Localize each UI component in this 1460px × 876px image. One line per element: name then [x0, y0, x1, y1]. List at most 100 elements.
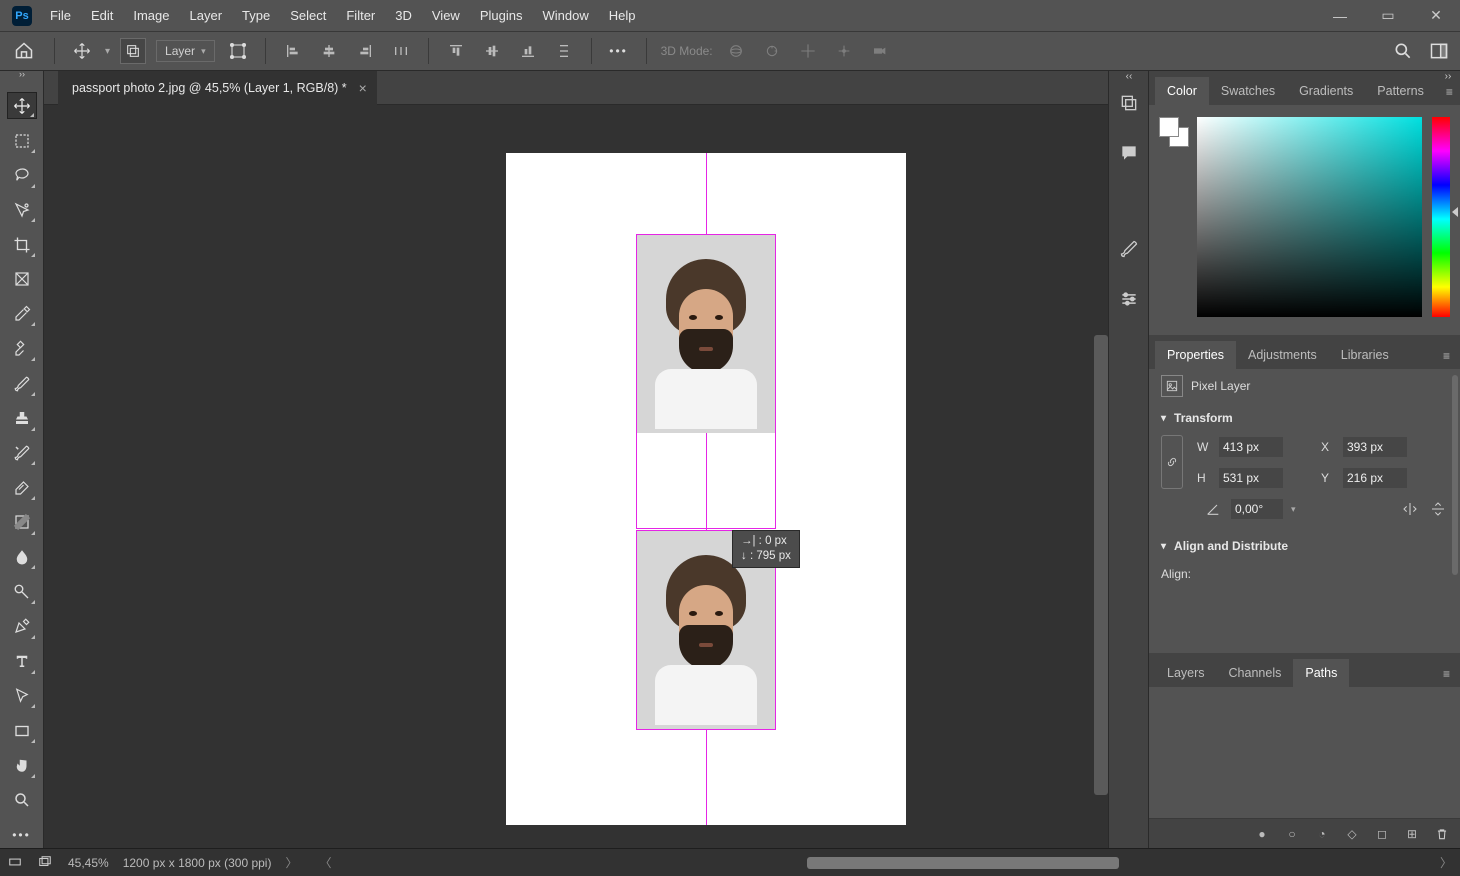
- foreground-background-swatch[interactable]: [1159, 117, 1187, 145]
- make-work-path-icon[interactable]: ◇: [1344, 826, 1360, 842]
- menu-filter[interactable]: Filter: [336, 2, 385, 29]
- adjustments-panel-icon[interactable]: [1117, 287, 1141, 311]
- history-brush-tool[interactable]: [7, 440, 37, 467]
- transform-controls-toggle[interactable]: [225, 38, 251, 64]
- transform-section-header[interactable]: ▾Transform: [1149, 403, 1460, 433]
- blur-tool[interactable]: [7, 544, 37, 571]
- tab-color[interactable]: Color: [1155, 77, 1209, 105]
- menu-edit[interactable]: Edit: [81, 2, 123, 29]
- home-button[interactable]: [8, 35, 40, 67]
- align-section-header[interactable]: ▾Align and Distribute: [1149, 531, 1460, 561]
- tab-gradients[interactable]: Gradients: [1287, 77, 1365, 105]
- document-tab[interactable]: passport photo 2.jpg @ 45,5% (Layer 1, R…: [58, 71, 377, 105]
- menu-window[interactable]: Window: [532, 2, 598, 29]
- hue-slider[interactable]: [1432, 117, 1450, 317]
- eyedropper-tool[interactable]: [7, 301, 37, 328]
- tab-adjustments[interactable]: Adjustments: [1236, 341, 1329, 369]
- hand-tool[interactable]: [7, 752, 37, 779]
- 3d-camera-icon[interactable]: [867, 38, 893, 64]
- quick-select-tool[interactable]: [7, 197, 37, 224]
- 3d-pan-icon[interactable]: [795, 38, 821, 64]
- gradient-tool[interactable]: [7, 509, 37, 536]
- panels-expand-icon[interactable]: ››: [1436, 71, 1460, 83]
- search-icon[interactable]: [1390, 38, 1416, 64]
- history-panel-icon[interactable]: [1117, 91, 1141, 115]
- 3d-orbit-icon[interactable]: [723, 38, 749, 64]
- menu-type[interactable]: Type: [232, 2, 280, 29]
- pen-tool[interactable]: [7, 613, 37, 640]
- move-tool[interactable]: [7, 92, 37, 119]
- distribute-v-icon[interactable]: [551, 38, 577, 64]
- canvas-viewport[interactable]: →| : 0 px ↓ : 795 px: [44, 105, 1108, 848]
- document-info[interactable]: 1200 px x 1800 px (300 ppi): [123, 856, 272, 870]
- workspace-switcher-icon[interactable]: [1426, 38, 1452, 64]
- tab-channels[interactable]: Channels: [1217, 659, 1294, 687]
- width-input[interactable]: [1219, 437, 1283, 457]
- stroke-path-icon[interactable]: ○: [1284, 826, 1300, 842]
- x-input[interactable]: [1343, 437, 1407, 457]
- tab-paths[interactable]: Paths: [1293, 659, 1349, 687]
- edit-toolbar-icon[interactable]: •••: [7, 821, 37, 848]
- tab-layers[interactable]: Layers: [1155, 659, 1217, 687]
- rectangle-tool[interactable]: [7, 717, 37, 744]
- distribute-h-icon[interactable]: [388, 38, 414, 64]
- horizontal-scrollbar[interactable]: [807, 857, 1119, 869]
- scroll-left-icon[interactable]: 〈: [320, 854, 332, 871]
- layers-panel-menu-icon[interactable]: ≡: [1433, 661, 1460, 687]
- menu-view[interactable]: View: [422, 2, 470, 29]
- menu-file[interactable]: File: [40, 2, 81, 29]
- menu-help[interactable]: Help: [599, 2, 646, 29]
- flip-horizontal-button[interactable]: [1400, 499, 1420, 519]
- type-tool[interactable]: [7, 648, 37, 675]
- align-left-icon[interactable]: [280, 38, 306, 64]
- flip-vertical-button[interactable]: [1428, 499, 1448, 519]
- align-middle-v-icon[interactable]: [479, 38, 505, 64]
- properties-panel-menu-icon[interactable]: ≡: [1433, 343, 1460, 369]
- menu-3d[interactable]: 3D: [385, 2, 422, 29]
- brush-tool[interactable]: [7, 370, 37, 397]
- frame-tool[interactable]: [7, 266, 37, 293]
- clone-stamp-tool[interactable]: [7, 405, 37, 432]
- 3d-slide-icon[interactable]: [831, 38, 857, 64]
- tab-libraries[interactable]: Libraries: [1329, 341, 1401, 369]
- lasso-tool[interactable]: [7, 162, 37, 189]
- align-right-icon[interactable]: [352, 38, 378, 64]
- paths-panel-body[interactable]: [1149, 687, 1460, 818]
- scroll-right-icon[interactable]: 〉: [1440, 854, 1452, 871]
- 3d-roll-icon[interactable]: [759, 38, 785, 64]
- height-input[interactable]: [1219, 468, 1283, 488]
- layer-photo-top[interactable]: [637, 235, 775, 433]
- y-input[interactable]: [1343, 468, 1407, 488]
- move-tool-icon[interactable]: [69, 38, 95, 64]
- align-top-icon[interactable]: [443, 38, 469, 64]
- link-wh-button[interactable]: [1161, 435, 1183, 489]
- canvas[interactable]: →| : 0 px ↓ : 795 px: [506, 153, 906, 825]
- animation-icon[interactable]: [38, 855, 54, 871]
- window-minimize[interactable]: —: [1316, 0, 1364, 31]
- marquee-tool[interactable]: [7, 127, 37, 154]
- eraser-tool[interactable]: [7, 474, 37, 501]
- delete-path-icon[interactable]: [1434, 826, 1450, 842]
- menu-select[interactable]: Select: [280, 2, 336, 29]
- toolstrip-expand-icon[interactable]: ››: [0, 70, 44, 77]
- menu-image[interactable]: Image: [123, 2, 179, 29]
- dock-expand-icon[interactable]: ‹‹: [1109, 71, 1149, 83]
- properties-scrollbar[interactable]: [1452, 375, 1458, 575]
- window-maximize[interactable]: ▭: [1364, 0, 1412, 31]
- close-tab-icon[interactable]: ×: [359, 80, 367, 96]
- menu-layer[interactable]: Layer: [180, 2, 233, 29]
- new-path-icon[interactable]: ⊞: [1404, 826, 1420, 842]
- timeline-icon[interactable]: [8, 855, 24, 871]
- angle-input[interactable]: [1231, 499, 1283, 519]
- zoom-tool[interactable]: [7, 787, 37, 814]
- tab-swatches[interactable]: Swatches: [1209, 77, 1287, 105]
- load-selection-icon[interactable]: ◔: [1314, 826, 1330, 842]
- more-options-icon[interactable]: •••: [606, 38, 632, 64]
- tab-patterns[interactable]: Patterns: [1365, 77, 1436, 105]
- menu-plugins[interactable]: Plugins: [470, 2, 533, 29]
- align-center-h-icon[interactable]: [316, 38, 342, 64]
- window-close[interactable]: ✕: [1412, 0, 1460, 31]
- doc-info-menu-icon[interactable]: 〉: [285, 854, 297, 871]
- comments-panel-icon[interactable]: [1117, 141, 1141, 165]
- healing-brush-tool[interactable]: [7, 335, 37, 362]
